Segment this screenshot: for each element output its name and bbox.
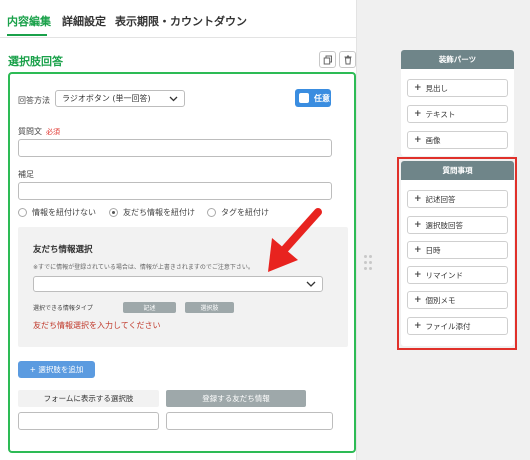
- radio-no-link[interactable]: 情報を紐付けない: [18, 207, 96, 218]
- section-title: 選択肢回答: [8, 55, 63, 68]
- radio-label: 友だち情報を紐付け: [123, 208, 195, 217]
- part-label: テキスト: [425, 109, 456, 119]
- plus-icon: +: [414, 83, 422, 93]
- supplement-label: 補足: [18, 170, 34, 179]
- tab-detail-settings[interactable]: 詳細設定: [62, 13, 106, 29]
- toggle-knob: [299, 93, 309, 103]
- friend-info-note: ※すでに情報が登録されている場合は、情報が上書きされますのでご注意下さい。: [33, 264, 254, 271]
- add-image-button[interactable]: + 画像: [407, 131, 508, 149]
- add-choice-button[interactable]: + 選択肢を追加: [18, 361, 95, 378]
- radio-label: 情報を紐付けない: [32, 208, 96, 217]
- friend-info-input[interactable]: [166, 412, 333, 430]
- question-text-label: 質問文 必須: [18, 126, 60, 137]
- answer-method-label: 回答方法: [18, 96, 50, 105]
- decoration-parts-title: 装飾パーツ: [401, 50, 514, 69]
- chevron-down-icon: [169, 96, 178, 101]
- drag-handle-icon[interactable]: [364, 255, 374, 271]
- radio-circle: [18, 208, 27, 217]
- radio-circle: [207, 208, 216, 217]
- tab-content-edit[interactable]: 内容編集: [7, 13, 51, 29]
- friend-info-select[interactable]: [33, 276, 323, 292]
- selectable-type-label: 選択できる情報タイプ: [33, 305, 93, 312]
- friend-info-title: 友だち情報選択: [33, 245, 93, 255]
- radio-link-tag[interactable]: タグを紐付け: [207, 207, 269, 218]
- question-label-text: 質問文: [18, 127, 42, 136]
- friend-info-error: 友だち情報選択を入力してください: [33, 321, 161, 330]
- annotation-arrow-icon: [268, 208, 322, 272]
- plus-icon: +: [414, 109, 422, 119]
- required-badge: 必須: [46, 128, 60, 136]
- part-label: 画像: [425, 135, 441, 145]
- highlight-frame: [397, 157, 517, 350]
- tab-display-period-countdown[interactable]: 表示期限・カウントダウン: [115, 13, 247, 29]
- answer-method-value: ラジオボタン (単一回答): [62, 94, 151, 103]
- part-label: 見出し: [425, 83, 449, 93]
- radio-link-friend-info[interactable]: 友だち情報を紐付け: [109, 207, 195, 218]
- column-header-display-choice: フォームに表示する選択肢: [18, 390, 159, 407]
- optional-toggle[interactable]: 任意: [295, 89, 331, 107]
- copy-icon: [323, 55, 332, 64]
- add-text-button[interactable]: + テキスト: [407, 105, 508, 123]
- plus-icon: +: [414, 135, 422, 145]
- toggle-label: 任意: [314, 93, 330, 103]
- radio-circle-selected: [109, 208, 118, 217]
- delete-button[interactable]: [339, 51, 356, 68]
- column-header-friend-info: 登録する友だち情報: [166, 390, 306, 407]
- trash-icon: [344, 55, 351, 64]
- tab-bar: 内容編集 詳細設定 表示期限・カウントダウン: [0, 0, 356, 38]
- add-heading-button[interactable]: + 見出し: [407, 79, 508, 97]
- question-text-input[interactable]: [18, 139, 332, 157]
- supplement-input[interactable]: [18, 182, 332, 200]
- column-divider: [356, 0, 357, 460]
- copy-button[interactable]: [319, 51, 336, 68]
- active-tab-indicator: [7, 34, 47, 36]
- display-choice-input[interactable]: [18, 412, 159, 430]
- decoration-parts-panel: 装飾パーツ + 見出し + テキスト + 画像: [401, 50, 514, 156]
- chevron-down-icon: [306, 281, 316, 287]
- type-chip-choice[interactable]: 選択肢: [185, 302, 234, 313]
- answer-method-select[interactable]: ラジオボタン (単一回答): [55, 90, 185, 107]
- type-chip-text[interactable]: 記述: [123, 302, 176, 313]
